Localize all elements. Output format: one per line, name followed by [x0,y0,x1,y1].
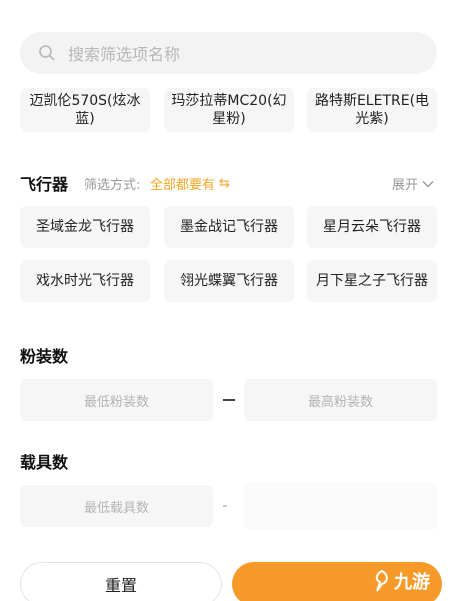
filter-mode-toggle[interactable]: 全部都要有 ⇆ [150,174,230,193]
watermark-text: 九游 [394,572,430,593]
max-vehicle-count-input[interactable] [244,482,437,530]
chip-car-1[interactable]: 迈凯伦570S(炫冰蓝) [20,88,150,132]
min-vehicle-count-input[interactable]: 最低载具数 [20,485,213,527]
chip-aircraft-3[interactable]: 星月云朵飞行器 [307,206,437,248]
search-input[interactable]: 搜索筛选项名称 [68,41,180,65]
swap-icon: ⇆ [219,176,230,191]
max-pink-count-input[interactable]: 最高粉装数 [244,379,437,421]
range-dash [223,399,235,401]
reset-button[interactable]: 重置 [20,562,222,601]
chip-label: 路特斯ELETRE(电光紫) [314,93,430,127]
chip-label: 墨金战记飞行器 [180,219,278,235]
ninegame-logo-icon [375,570,388,592]
reset-label: 重置 [104,576,137,595]
chip-label: 玛莎拉蒂MC20(幻星粉) [171,93,287,127]
chip-car-2[interactable]: 玛莎拉蒂MC20(幻星粉) [164,88,294,132]
search-bar[interactable]: 搜索筛选项名称 [20,32,437,74]
watermark-logo: 九游 [372,568,430,594]
chip-aircraft-4[interactable]: 戏水时光飞行器 [20,260,150,302]
chip-aircraft-1[interactable]: 圣域金龙飞行器 [20,206,150,248]
chip-label: 月下星之子飞行器 [316,273,428,289]
chip-car-3[interactable]: 路特斯ELETRE(电光紫) [307,88,437,132]
chip-label: 星月云朵飞行器 [323,219,421,235]
section-title-pink-count: 粉装数 [20,347,69,366]
max-pink-count-placeholder: 最高粉装数 [307,394,373,410]
chip-label: 迈凯伦570S(炫冰蓝) [29,93,141,127]
min-pink-count-input[interactable]: 最低粉装数 [20,379,213,421]
expand-toggle[interactable]: 展开 [392,174,434,193]
range-dash [223,505,227,507]
search-icon [39,45,55,61]
chip-label: 翎光蝶翼飞行器 [180,273,278,289]
chip-aircraft-2[interactable]: 墨金战记飞行器 [164,206,294,248]
min-vehicle-count-placeholder: 最低载具数 [83,500,149,516]
chip-aircraft-5[interactable]: 翎光蝶翼飞行器 [164,260,294,302]
filter-mode-label: 筛选方式: [84,178,141,193]
chip-label: 戏水时光飞行器 [36,273,134,289]
filter-mode-value: 全部都要有 [150,178,216,193]
chevron-down-icon [422,180,434,187]
min-pink-count-placeholder: 最低粉装数 [83,394,149,410]
chip-aircraft-6[interactable]: 月下星之子飞行器 [307,260,437,302]
section-title-vehicle-count: 载具数 [20,453,69,472]
expand-label: 展开 [392,178,419,193]
section-title-aircraft: 飞行器 [20,175,69,194]
chip-label: 圣域金龙飞行器 [36,219,134,235]
